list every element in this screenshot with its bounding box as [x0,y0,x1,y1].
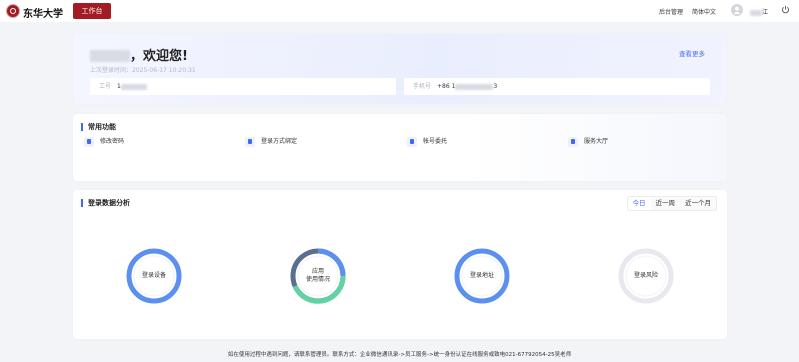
func-label: 服务大厅 [584,138,609,145]
func-label: 帐号委托 [423,138,448,145]
phone-suffix: 3 [493,83,498,90]
username[interactable]: 江 [750,7,768,16]
user-icon [733,6,741,14]
time-range-tabs: 今日 近一周 近一个月 [626,196,717,211]
phone-label: 手机号 [413,83,432,90]
login-device-label: 登录设备 [141,272,166,279]
tab-week[interactable]: 近一周 [651,197,681,210]
analysis-title: 登录数据分析 [81,199,130,207]
power-icon[interactable] [781,5,790,14]
brand-name: 东华大学 [23,9,63,20]
admin-link[interactable]: 后台管理 [659,7,683,16]
redacted-value [120,83,147,90]
tab-today[interactable]: 今日 [627,197,651,210]
employee-id-field: 工号 1 [90,78,396,95]
avatar[interactable] [731,4,743,16]
see-more-link[interactable]: 查看更多 [679,48,705,58]
footer-notice: 如在使用过程中遇到问题，请联系管理员。联系方式：企业微信通讯录->员工服务->统… [227,352,572,358]
workbench-button[interactable]: 工作台 [73,3,111,19]
employee-id-label: 工号 [99,83,112,90]
phone-field: 手机号 +86 1 3 [404,78,710,95]
phone-prefix: +86 1 [437,83,456,90]
app-usage-label: 应用 使用情况 [289,247,347,305]
tab-month[interactable]: 近一个月 [680,197,716,210]
func-label: 登录方式绑定 [261,138,298,145]
language-switch[interactable]: 简体中文 [692,7,716,16]
top-header: 东华大学 工作台 后台管理 简体中文 江 [0,0,799,22]
login-analysis-card: 登录数据分析 今日 近一周 近一个月 登录设备 应用 使用情况 登录地址 登录风险 [73,190,727,339]
redacted-name [750,9,762,16]
link-icon [245,137,255,147]
lock-icon [84,137,94,147]
redacted-name [90,50,130,62]
func-label: 修改密码 [100,138,125,145]
last-login-time: 上次登录时间：2025-06-17 10:20:31 [90,67,196,74]
user-share-icon [407,137,417,147]
service-hall-icon [568,137,578,147]
university-logo [6,4,20,18]
username-visible: 江 [762,9,769,16]
greeting-text: ，欢迎您! [130,49,188,64]
common-functions-card: 常用功能 修改密码 登录方式绑定 帐号委托 服务大厅 [73,114,727,181]
welcome-card: ，欢迎您! 上次登录时间：2025-06-17 10:20:31 查看更多 工号… [73,34,727,104]
redacted-value [455,83,494,90]
common-functions-title: 常用功能 [81,123,116,131]
login-risk-label: 登录风险 [633,272,658,279]
login-address-label: 登录地址 [469,272,494,279]
welcome-title: ，欢迎您! [90,45,188,64]
app-usage-label-line1: 应用 [311,268,324,275]
app-usage-label-line2: 使用情况 [305,276,330,283]
